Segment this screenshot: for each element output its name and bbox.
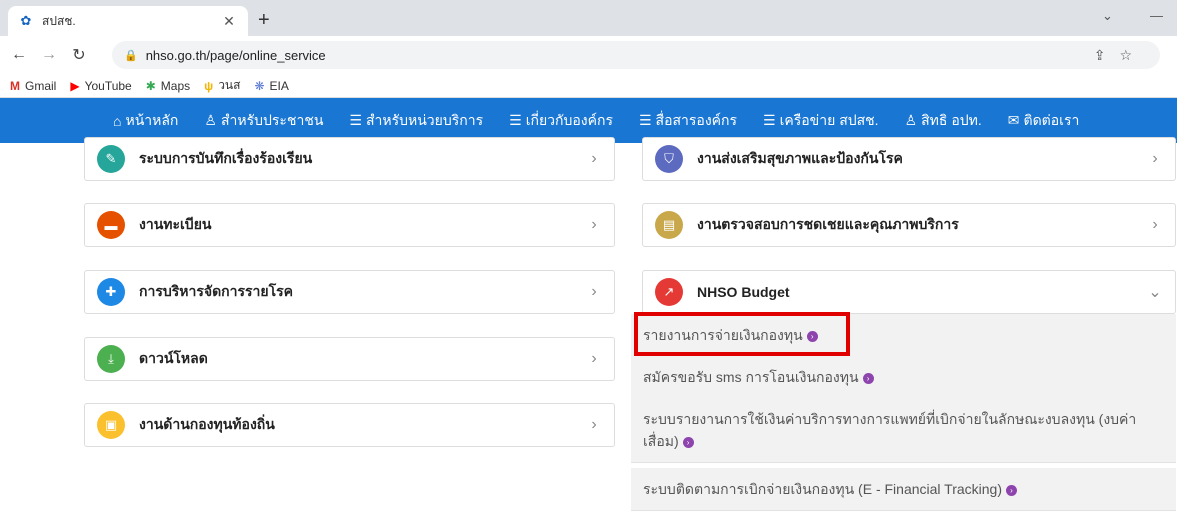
budget-sub-item[interactable]: ระบบรายงานการใช้เงินค่าบริการทางการแพทย์… — [631, 398, 1176, 463]
bookmark-youtube[interactable]: ▶ YouTube — [70, 79, 131, 93]
back-icon[interactable]: ← — [8, 46, 30, 64]
nav-item-3[interactable]: ☰ เกี่ยวกับองค์กร — [509, 110, 613, 132]
service-card[interactable]: ▬ งานทะเบียน › — [84, 203, 615, 247]
minimize-icon[interactable]: — — [1150, 8, 1163, 23]
service-card-label: NHSO Budget — [697, 284, 790, 300]
close-tab-icon[interactable]: ✕ — [220, 13, 238, 30]
highlight-box — [634, 312, 850, 356]
service-card-label: ดาวน์โหลด — [139, 350, 208, 366]
list-icon: ☰ — [763, 112, 776, 128]
chevron-right-icon: › — [1152, 216, 1158, 233]
service-card[interactable]: ✚ การบริหารจัดการรายโรค › — [84, 270, 615, 314]
share-icon[interactable]: ⇪ — [1094, 47, 1120, 63]
tab-title: สปสช. — [42, 13, 76, 28]
bookmark-label: EIA — [269, 78, 289, 93]
chevron-right-icon: › — [591, 416, 597, 433]
service-card[interactable]: ↗ NHSO Budget ⌄ — [642, 270, 1176, 314]
nav-item-4[interactable]: ☰ สื่อสารองค์กร — [639, 110, 737, 132]
bookmark-eia[interactable]: ❋ EIA — [254, 79, 288, 93]
budget-sub-item[interactable]: สมัครขอรับ sms การโอนเงินกองทุน › — [631, 356, 1176, 399]
nav-item-label: ติดต่อเรา — [1023, 111, 1080, 128]
bookmarks-bar: M Gmail ▶ YouTube ✱ Maps ψ วนส ❋ EIA — [0, 74, 1177, 98]
nav-item-label: เกี่ยวกับองค์กร — [525, 111, 613, 128]
budget-sub-item[interactable]: ระบบติดตามการเบิกจ่ายเงินกองทุน (E - Fin… — [631, 468, 1176, 511]
disease-icon: ✚ — [97, 278, 125, 306]
service-card-label: ระบบการบันทึกเรื่องร้องเรียน — [139, 150, 313, 166]
bookmark-label: YouTube — [84, 78, 132, 93]
service-card-label: งานทะเบียน — [139, 216, 212, 232]
budget-sub-label: ระบบรายงานการใช้เงินค่าบริการทางการแพทย์… — [643, 411, 1137, 449]
list-icon: ☰ — [349, 112, 362, 128]
nav-item-label: เครือข่าย สปสช. — [779, 111, 879, 128]
complaint-icon: ✎ — [97, 145, 125, 173]
nav-item-label: หน้าหลัก — [125, 111, 179, 128]
nav-item-6[interactable]: ♙ สิทธิ อปท. — [905, 110, 982, 132]
chevron-right-icon: › — [591, 283, 597, 300]
bookmark-label: Gmail — [25, 78, 57, 93]
arrow-circle-icon: › — [682, 436, 694, 448]
registry-icon: ▬ — [97, 211, 125, 239]
shield-icon: ⛉ — [655, 145, 683, 173]
nav-item-0[interactable]: ⌂ หน้าหลัก — [113, 110, 178, 132]
budget-sub-label: สมัครขอรับ sms การโอนเงินกองทุน — [643, 369, 859, 385]
nhso-favicon-icon: ✿ — [20, 13, 32, 28]
budget-sub-label: ระบบติดตามการเบิกจ่ายเงินกองทุน (E - Fin… — [643, 481, 1002, 497]
address-bar[interactable]: 🔒 nhso.go.th/page/online_service ⇪☆ — [112, 41, 1160, 69]
user-icon: ♙ — [904, 112, 918, 128]
url-text: nhso.go.th/page/online_service — [145, 47, 326, 63]
bookmark-gmail[interactable]: M Gmail — [10, 79, 56, 93]
list-icon: ☰ — [509, 112, 522, 128]
star-icon[interactable]: ☆ — [1119, 47, 1146, 63]
bookmark-วนส[interactable]: ψ วนส — [204, 76, 240, 95]
lock-icon: 🔒 — [124, 49, 138, 62]
bookmark-label: Maps — [160, 78, 191, 93]
service-card[interactable]: ▣ งานด้านกองทุนท้องถิ่น › — [84, 403, 615, 447]
list-icon: ☰ — [638, 112, 652, 128]
service-card[interactable]: ▤ งานตรวจสอบการชดเชยและคุณภาพบริการ › — [642, 203, 1176, 247]
local-fund-icon: ▣ — [97, 411, 125, 439]
chevron-right-icon: › — [591, 216, 597, 233]
maps-icon: ✱ — [145, 78, 156, 93]
nav-item-5[interactable]: ☰ เครือข่าย สปสช. — [763, 110, 879, 132]
service-card[interactable]: ⛉ งานส่งเสริมสุขภาพและป้องกันโรค › — [642, 137, 1176, 181]
service-card-label: การบริหารจัดการรายโรค — [139, 283, 294, 299]
chevron-down-icon: ⌄ — [1148, 284, 1162, 301]
budget-icon: ↗ — [655, 278, 683, 306]
nav-item-label: สื่อสารองค์กร — [655, 111, 738, 128]
audit-icon: ▤ — [655, 211, 683, 239]
service-card[interactable]: ✎ ระบบการบันทึกเรื่องร้องเรียน › — [84, 137, 615, 181]
youtube-icon: ▶ — [70, 78, 80, 93]
nav-item-label: สำหรับประชาชน — [220, 111, 324, 128]
bookmark-maps[interactable]: ✱ Maps — [146, 79, 190, 93]
chevron-right-icon: › — [591, 350, 597, 367]
browser-tab-bar: ✿ สปสช. ✕ + ⌄ — — [0, 0, 1177, 36]
chevron-right-icon: › — [591, 150, 597, 167]
service-card[interactable]: ⤓ ดาวน์โหลด › — [84, 337, 615, 381]
chevron-right-icon: › — [1152, 150, 1158, 167]
browser-toolbar: ← → ↻ 🔒 nhso.go.th/page/online_service ⇪… — [0, 36, 1177, 74]
service-card-label: งานตรวจสอบการชดเชยและคุณภาพบริการ — [697, 216, 959, 232]
nav-item-7[interactable]: ✉ ติดต่อเรา — [1008, 110, 1080, 132]
mail-icon: ✉ — [1007, 112, 1020, 128]
arrow-circle-icon: › — [1005, 484, 1017, 496]
service-card-label: งานส่งเสริมสุขภาพและป้องกันโรค — [697, 150, 903, 166]
arrow-circle-icon: › — [862, 372, 874, 384]
nav-item-label: สิทธิ อปท. — [921, 111, 982, 128]
nav-item-1[interactable]: ♙ สำหรับประชาชน — [204, 110, 323, 132]
browser-tab[interactable]: ✿ สปสช. ✕ — [8, 6, 248, 36]
chevron-down-icon[interactable]: ⌄ — [1102, 8, 1113, 24]
home-icon: ⌂ — [113, 112, 122, 129]
download-icon: ⤓ — [97, 345, 125, 373]
service-card-label: งานด้านกองทุนท้องถิ่น — [139, 416, 275, 432]
new-tab-icon[interactable]: + — [258, 8, 270, 32]
bookmark-label: วนส — [218, 78, 241, 92]
reload-icon[interactable]: ↻ — [68, 45, 90, 65]
nav-item-2[interactable]: ☰ สำหรับหน่วยบริการ — [349, 110, 483, 132]
nav-item-label: สำหรับหน่วยบริการ — [365, 111, 484, 128]
gmail-icon: M — [10, 78, 20, 93]
user-icon: ♙ — [204, 112, 217, 128]
forward-icon[interactable]: → — [38, 46, 60, 64]
eia-icon: ❋ — [254, 78, 265, 93]
vns-icon: ψ — [204, 78, 214, 93]
